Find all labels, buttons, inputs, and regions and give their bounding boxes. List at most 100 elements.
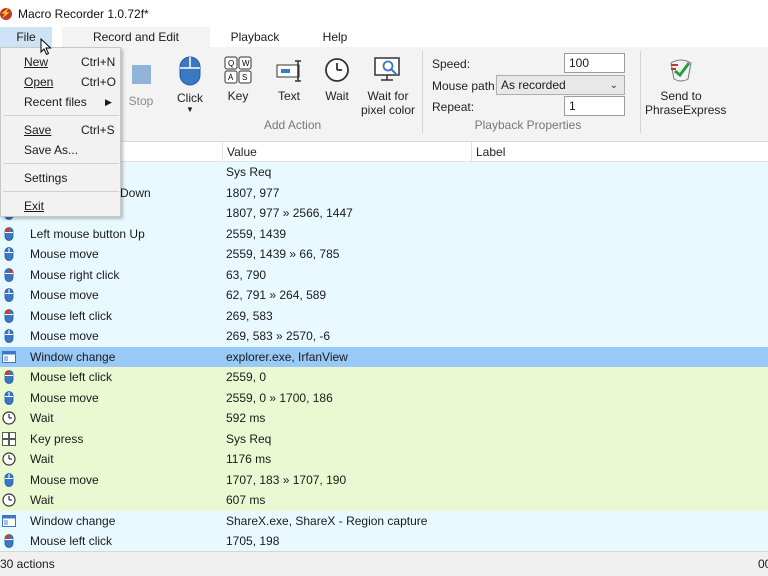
table-row[interactable]: Wait 1176 ms	[0, 449, 768, 470]
table-row[interactable]: Wait 592 ms	[0, 408, 768, 429]
file-menu-open[interactable]: Open Ctrl+O	[1, 72, 120, 92]
row-action: Mouse move	[30, 472, 99, 487]
row-value: 1707, 183 » 1707, 190	[226, 472, 347, 487]
row-value: 2559, 1439 » 66, 785	[226, 247, 340, 261]
menu-playback[interactable]: Playback	[210, 27, 300, 47]
menu-separator	[3, 163, 119, 164]
add-text-button[interactable]: Text	[272, 55, 306, 103]
mouse-path-label: Mouse path:	[432, 79, 499, 93]
key-label: Key	[227, 89, 249, 103]
row-value: Sys Req	[226, 431, 272, 446]
row-action: Window change	[30, 349, 116, 364]
table-row[interactable]: Key press Sys Req	[0, 428, 768, 449]
row-value: 2559, 0	[226, 370, 267, 384]
row-action: Wait	[30, 493, 54, 507]
svg-text:Q: Q	[228, 59, 234, 68]
mouse-icon	[2, 390, 16, 405]
mouse-left-icon	[2, 534, 16, 548]
table-row[interactable]: Mouse move 2559, 1439 » 66, 785	[0, 244, 768, 265]
send-to-label-2: PhraseExpress	[645, 103, 727, 117]
status-right-text: 00	[758, 557, 768, 571]
row-value: 1807, 977 » 2566, 1447	[226, 206, 353, 220]
mouse-icon	[2, 247, 16, 261]
row-action: Key press	[30, 431, 84, 446]
row-value: 1807, 977	[226, 185, 280, 200]
menu-record-and-edit[interactable]: Record and Edit	[62, 27, 210, 47]
table-row[interactable]: Mouse right click 63, 790	[0, 264, 768, 285]
send-to-label-1: Send to	[660, 89, 702, 103]
monitor-magnifier-icon	[374, 57, 400, 81]
table-row[interactable]: Window change explorer.exe, IrfanView	[0, 346, 768, 367]
stop-icon	[131, 65, 151, 84]
file-menu-exit[interactable]: Exit	[1, 196, 120, 216]
mouse-icon	[2, 472, 16, 487]
table-row[interactable]: Mouse move 62, 791 » 264, 589	[0, 285, 768, 306]
menu-open-shortcut: Ctrl+O	[81, 75, 117, 89]
row-value: Sys Req	[226, 165, 272, 179]
window-icon	[2, 350, 16, 364]
wait-pixel-label-2: pixel color	[360, 103, 416, 117]
row-action: Mouse left click	[30, 308, 113, 323]
table-row[interactable]: Left mouse button Up 2559, 1439	[0, 223, 768, 244]
speed-label: Speed:	[432, 57, 471, 71]
row-value: 2559, 0 » 1700, 186	[226, 390, 333, 405]
ribbon-separator	[422, 51, 423, 133]
row-value: 1705, 198	[226, 534, 280, 548]
send-to-phraseexpress-button[interactable]: Send to PhraseExpress	[645, 55, 727, 117]
title-bar: ⚡ Macro Recorder 1.0.72f*	[0, 0, 768, 27]
file-menu-recent[interactable]: Recent files ▶	[1, 92, 120, 112]
table-row[interactable]: Wait 607 ms	[0, 490, 768, 511]
row-action: Mouse move	[30, 288, 99, 302]
text-label: Text	[277, 89, 300, 103]
file-menu-new[interactable]: New Ctrl+N	[1, 52, 120, 72]
clock-icon	[2, 411, 16, 425]
file-menu-save-as[interactable]: Save As...	[1, 140, 120, 160]
mouse-icon	[2, 329, 16, 343]
mouse-left-icon	[2, 308, 16, 323]
column-header-value[interactable]: Value	[222, 142, 473, 162]
row-value: 607 ms	[226, 493, 266, 507]
keyboard-icon: Q W A S	[224, 56, 252, 84]
add-wait-button[interactable]: Wait	[320, 55, 354, 103]
mouse-path-select[interactable]: As recorded ⌄	[496, 75, 625, 95]
wait-pixel-label-1: Wait for	[367, 89, 409, 103]
wait-pixel-color-button[interactable]: Wait for pixel color	[360, 55, 416, 117]
click-dropdown-icon[interactable]: ▼	[172, 105, 208, 115]
playback-properties-group-label: Playback Properties	[474, 118, 582, 132]
speed-input[interactable]: 100	[564, 53, 625, 73]
app-logo-icon: ⚡	[0, 7, 12, 20]
action-count: 30 actions	[0, 557, 55, 571]
svg-text:W: W	[242, 59, 250, 68]
column-header-label[interactable]: Label	[471, 142, 768, 162]
menu-help[interactable]: Help	[300, 27, 370, 47]
menu-recent-label: Recent files	[24, 95, 87, 109]
row-action: Mouse move	[30, 390, 99, 405]
phraseexpress-icon	[670, 59, 692, 82]
file-menu-save[interactable]: Save Ctrl+S	[1, 120, 120, 140]
table-row[interactable]: Mouse left click 1705, 198	[0, 531, 768, 551]
add-click-button[interactable]: Click ▼	[172, 55, 208, 115]
svg-text:A: A	[228, 73, 234, 82]
table-row[interactable]: Mouse move 269, 583 » 2570, -6	[0, 326, 768, 347]
table-row[interactable]: Mouse move 2559, 0 » 1700, 186	[0, 387, 768, 408]
table-row[interactable]: Mouse left click 269, 583	[0, 305, 768, 326]
table-row[interactable]: Mouse left click 2559, 0	[0, 367, 768, 388]
table-row[interactable]: Window change ShareX.exe, ShareX - Region…	[0, 510, 768, 531]
stop-button[interactable]: Stop	[126, 55, 156, 108]
ribbon-separator	[640, 51, 641, 133]
menu-save-label: Save	[24, 123, 52, 137]
submenu-arrow-icon: ▶	[105, 97, 112, 107]
repeat-input[interactable]: 1	[564, 96, 625, 116]
row-value: 269, 583 » 2570, -6	[226, 329, 331, 343]
clock-icon	[2, 493, 16, 507]
row-action: Mouse left click	[30, 370, 113, 384]
file-menu-settings[interactable]: Settings	[1, 168, 120, 188]
status-bar: 30 actions 00	[0, 551, 768, 576]
row-value: 592 ms	[226, 411, 266, 425]
table-row[interactable]: Mouse move 1707, 183 » 1707, 190	[0, 469, 768, 490]
row-value: 269, 583	[226, 308, 273, 323]
menu-separator	[3, 191, 119, 192]
add-action-group-label: Add Action	[263, 118, 322, 132]
menu-save-shortcut: Ctrl+S	[81, 123, 115, 137]
add-key-button[interactable]: Q W A S Key	[222, 55, 254, 103]
